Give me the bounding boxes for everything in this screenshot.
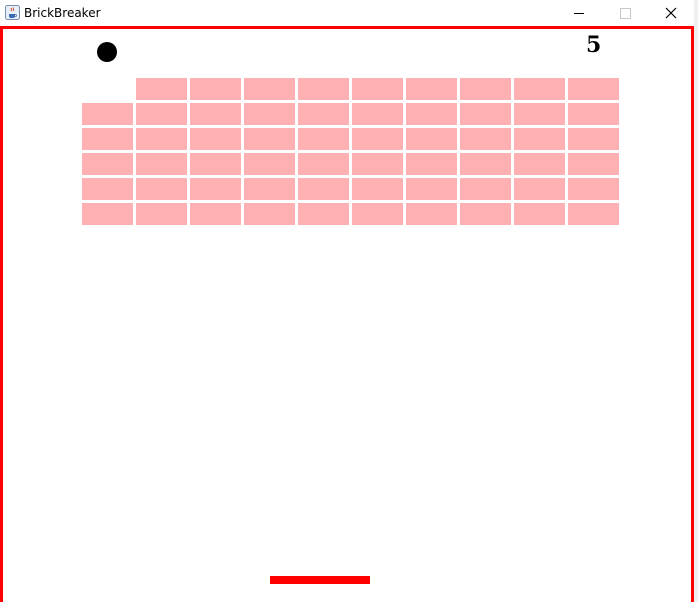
brick [136,203,187,225]
brick [82,153,133,175]
brick [244,203,295,225]
brick [244,103,295,125]
brick [514,203,565,225]
brick [298,153,349,175]
brick [244,178,295,200]
brick [136,128,187,150]
brick [352,153,403,175]
brick [82,178,133,200]
paddle[interactable] [270,576,370,584]
brick [298,78,349,100]
brick [136,103,187,125]
brick [406,178,457,200]
brick [514,128,565,150]
brick [460,78,511,100]
brick [298,178,349,200]
brick [406,128,457,150]
brick [460,103,511,125]
brick [244,78,295,100]
brick [190,178,241,200]
brick [244,128,295,150]
brick [460,203,511,225]
brick [406,203,457,225]
brick [190,153,241,175]
brick [136,78,187,100]
brick [298,203,349,225]
brick [82,128,133,150]
brick [460,153,511,175]
brick [568,153,619,175]
score-display: 5 [586,32,602,58]
brick [352,128,403,150]
brick [244,153,295,175]
brick [568,203,619,225]
brick [352,203,403,225]
brick [568,128,619,150]
brick [406,103,457,125]
brick [190,103,241,125]
brick [406,78,457,100]
brick [190,203,241,225]
brick [568,103,619,125]
brick [352,178,403,200]
brick [514,78,565,100]
brick [460,178,511,200]
brick [568,78,619,100]
brick [82,203,133,225]
brick [406,153,457,175]
brick [514,153,565,175]
brick [190,128,241,150]
brick-grid [0,0,698,602]
brick [568,178,619,200]
brick [352,103,403,125]
brick [190,78,241,100]
brick [82,103,133,125]
brick [514,103,565,125]
brick [352,78,403,100]
ball [97,42,117,62]
brick [298,128,349,150]
brick [514,178,565,200]
brick [136,153,187,175]
brick [136,178,187,200]
brick [460,128,511,150]
brick [298,103,349,125]
